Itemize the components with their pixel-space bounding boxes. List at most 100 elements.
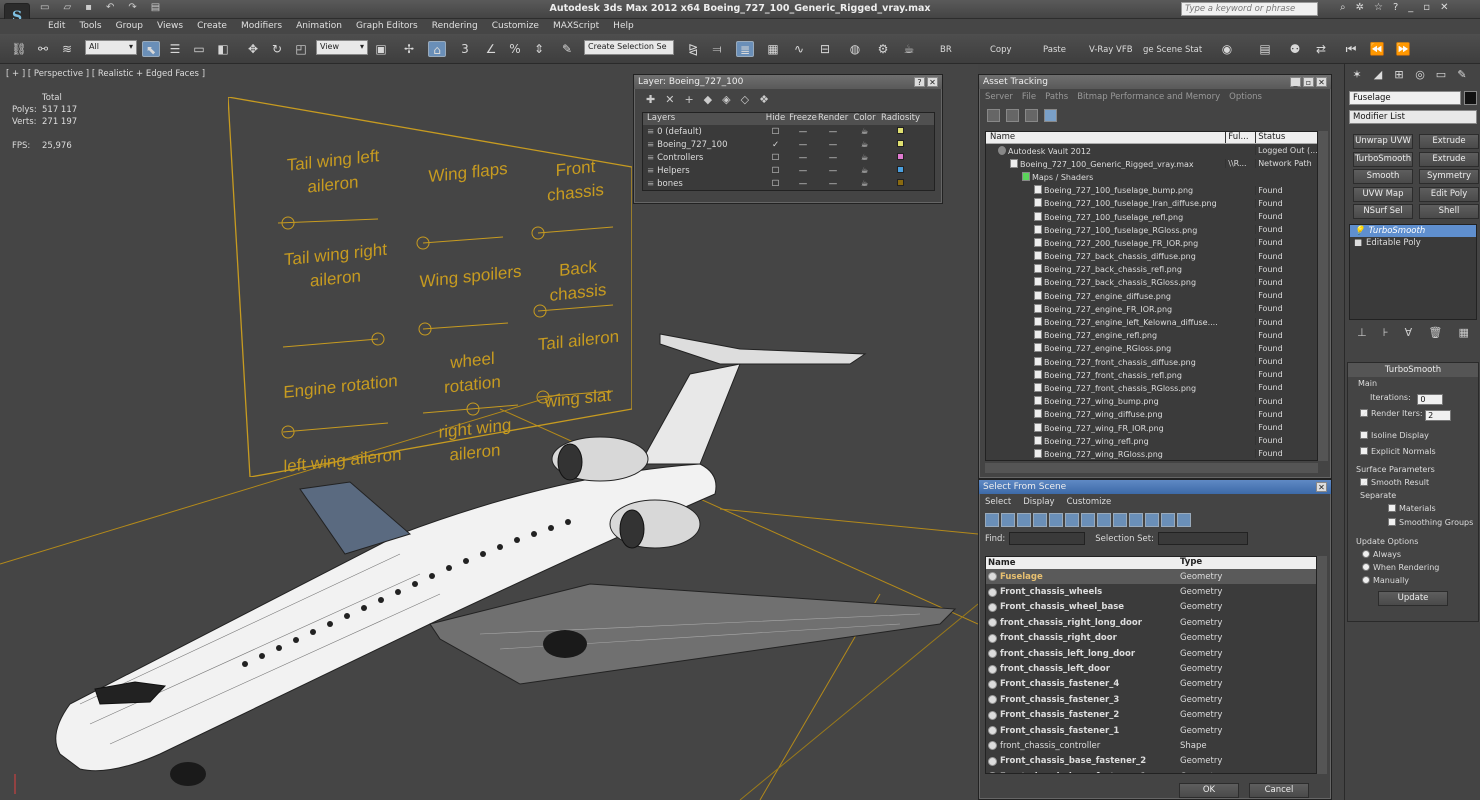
asset-row[interactable]: Boeing_727_100_fuselage_Iran_diffuse.png… xyxy=(986,197,1317,210)
scene-object-row[interactable]: Front_chassis_base_fastener_2 Geometry xyxy=(986,754,1316,769)
layer-header-hide[interactable]: Hide xyxy=(763,113,788,125)
layer-current-box-icon[interactable]: ☐ xyxy=(763,179,788,189)
scale-icon[interactable]: ◰ xyxy=(292,41,310,57)
layer-name[interactable]: ≡ Helpers xyxy=(643,166,763,176)
restore-icon[interactable]: ▫ xyxy=(1423,2,1430,13)
layer-panel-titlebar[interactable]: Layer: Boeing_727_100? ✕ xyxy=(634,75,942,89)
layer-color-swatch[interactable] xyxy=(881,152,919,163)
freeze-toggle-icon[interactable]: — xyxy=(818,127,848,137)
asset-horizontal-scrollbar[interactable] xyxy=(985,463,1318,473)
select-by-name-icon[interactable]: ☰ xyxy=(166,41,184,57)
create-tab-icon[interactable]: ✶ xyxy=(1349,68,1365,84)
layer-color-swatch[interactable] xyxy=(881,126,919,137)
scene-object-row[interactable]: front_chassis_left_door Geometry xyxy=(986,661,1316,676)
freeze-all-layers-icon[interactable]: ❖ xyxy=(759,93,769,106)
render-teapot-icon[interactable]: ☕ xyxy=(848,140,881,150)
scene-header-name[interactable]: Name xyxy=(986,557,1176,569)
stack-item-turbosmooth[interactable]: 💡 TurboSmooth xyxy=(1350,225,1476,237)
list-view-icon[interactable] xyxy=(1006,109,1019,122)
layer-header-layers[interactable]: Layers xyxy=(643,113,763,125)
when-rendering-radio[interactable] xyxy=(1362,563,1370,571)
close-icon[interactable]: ✕ xyxy=(1440,2,1448,13)
asset-row[interactable]: Boeing_727_100_fuselage_RGloss.png Found xyxy=(986,223,1317,236)
scene-object-row[interactable]: Front_chassis_fastener_4 Geometry xyxy=(986,677,1316,692)
refresh-icon[interactable] xyxy=(987,109,1000,122)
asset-browser-icon[interactable]: ▤ xyxy=(1256,41,1274,57)
spacewarp-filter-icon[interactable] xyxy=(1065,513,1079,527)
render-teapot-icon[interactable]: ☕ xyxy=(848,153,881,163)
layer-color-swatch[interactable] xyxy=(881,139,919,150)
layer-row[interactable]: ≡ Controllers ☐ — — ☕ xyxy=(643,151,934,164)
smoothing-groups-checkbox[interactable] xyxy=(1388,518,1396,526)
asset-header-name[interactable]: Name xyxy=(986,132,1225,143)
utilities-tab-icon[interactable]: ✎ xyxy=(1454,68,1470,84)
freeze-toggle-icon[interactable]: — xyxy=(818,179,848,189)
layer-name[interactable]: ≡ Controllers xyxy=(643,153,763,163)
close-icon[interactable]: ✕ xyxy=(1316,482,1327,492)
schematic-view-icon[interactable]: ⊟ xyxy=(816,41,834,57)
selection-filter-dropdown[interactable]: All ▾ xyxy=(85,40,137,55)
camera-filter-icon[interactable] xyxy=(1033,513,1047,527)
add-to-layer-icon[interactable]: + xyxy=(684,93,693,106)
menu-views[interactable]: Views xyxy=(150,19,190,34)
select-panel-titlebar[interactable]: Select From Scene ✕ xyxy=(979,480,1331,494)
asset-row[interactable]: Boeing_727_front_chassis_refl.png Found xyxy=(986,368,1317,381)
scene-object-row[interactable]: Front_chassis_fastener_1 Geometry xyxy=(986,723,1316,738)
br-button[interactable]: BR xyxy=(940,45,952,55)
motion-tab-icon[interactable]: ◎ xyxy=(1412,68,1428,84)
menu-customize[interactable]: Customize xyxy=(485,19,546,34)
pivot-center-icon[interactable]: ▣ xyxy=(372,41,390,57)
asset-row[interactable]: Boeing_727_100_fuselage_bump.png Found xyxy=(986,184,1317,197)
scene-header-type[interactable]: Type xyxy=(1176,557,1304,569)
layer-current-box-icon[interactable]: ☐ xyxy=(763,127,788,137)
render-setup-icon[interactable]: ⚙ xyxy=(874,41,892,57)
scene-table-scrollbar[interactable] xyxy=(1317,556,1327,774)
modifier-button-nsurf-sel[interactable]: NSurf Sel xyxy=(1353,204,1413,219)
asset-row[interactable]: Boeing_727_front_chassis_diffuse.png Foun… xyxy=(986,355,1317,368)
paste-button[interactable]: Paste xyxy=(1043,45,1066,55)
shape-filter-icon[interactable] xyxy=(1001,513,1015,527)
sort-icon[interactable] xyxy=(1177,513,1191,527)
modifier-button-smooth[interactable]: Smooth xyxy=(1353,169,1413,184)
asset-menu-file[interactable]: File xyxy=(1022,92,1036,102)
menu-create[interactable]: Create xyxy=(190,19,234,34)
material-editor-icon[interactable]: ◍ xyxy=(846,41,864,57)
layer-row[interactable]: ≡ bones ☐ — — ☕ xyxy=(643,177,934,190)
control-board[interactable]: Tail wing left aileron Wing flaps Front … xyxy=(228,97,632,477)
menu-maxscript[interactable]: MAXScript xyxy=(546,19,606,34)
snap-toggle-icon[interactable]: 3 xyxy=(456,41,474,57)
select-object-icon[interactable]: ⬉ xyxy=(142,41,160,57)
hide-toggle-icon[interactable]: — xyxy=(788,179,818,189)
freeze-toggle-icon[interactable]: — xyxy=(818,153,848,163)
asset-row[interactable]: Boeing_727_back_chassis_diffuse.png Found xyxy=(986,250,1317,263)
asset-header-full[interactable]: Ful... xyxy=(1225,132,1255,143)
layer-header-radiosity[interactable]: Radiosity xyxy=(881,113,920,125)
render-iters-spinner[interactable]: 2 xyxy=(1425,410,1452,421)
rotate-icon[interactable]: ↻ xyxy=(268,41,286,57)
close-icon[interactable]: ✕ xyxy=(927,77,938,87)
star-icon[interactable]: ☆ xyxy=(1374,2,1383,13)
hierarchy-tab-icon[interactable]: ⊞ xyxy=(1391,68,1407,84)
asset-row[interactable]: Boeing_727_wing_FR_IOR.png Found xyxy=(986,421,1317,434)
hide-toggle-icon[interactable]: — xyxy=(788,140,818,150)
modifier-button-edit-poly[interactable]: Edit Poly xyxy=(1419,186,1479,202)
remove-modifier-icon[interactable]: 🗑 xyxy=(1428,326,1442,344)
render-teapot-icon[interactable]: ☕ xyxy=(848,127,881,137)
menu-rendering[interactable]: Rendering xyxy=(425,19,485,34)
mirror-icon[interactable]: ⧎ xyxy=(684,41,702,57)
modifier-button-extrude[interactable]: Extrude xyxy=(1419,151,1479,167)
scene-object-row[interactable]: front_chassis_right_long_door Geometry xyxy=(986,615,1316,630)
reference-coord-dropdown[interactable]: View ▾ xyxy=(316,40,368,55)
named-selection-dropdown[interactable]: Create Selection Se xyxy=(584,40,674,55)
asset-row[interactable]: Boeing_727_200_fuselage_FR_IOR.png Found xyxy=(986,236,1317,249)
asset-row[interactable]: Boeing_727_wing_RGloss.png Found xyxy=(986,447,1317,460)
update-button[interactable]: Update xyxy=(1378,591,1448,606)
asset-menu-server[interactable]: Server xyxy=(985,92,1013,102)
angle-snap-icon[interactable]: ∠ xyxy=(482,41,500,57)
close-icon[interactable]: ✕ xyxy=(1316,77,1327,87)
materials-checkbox[interactable] xyxy=(1388,504,1396,512)
layer-row[interactable]: ≡ Boeing_727_100 ✓ — — ☕ xyxy=(643,138,934,151)
bone-filter-icon[interactable] xyxy=(1113,513,1127,527)
menu-group[interactable]: Group xyxy=(109,19,150,34)
restore-icon[interactable]: ▫ xyxy=(1303,77,1314,87)
